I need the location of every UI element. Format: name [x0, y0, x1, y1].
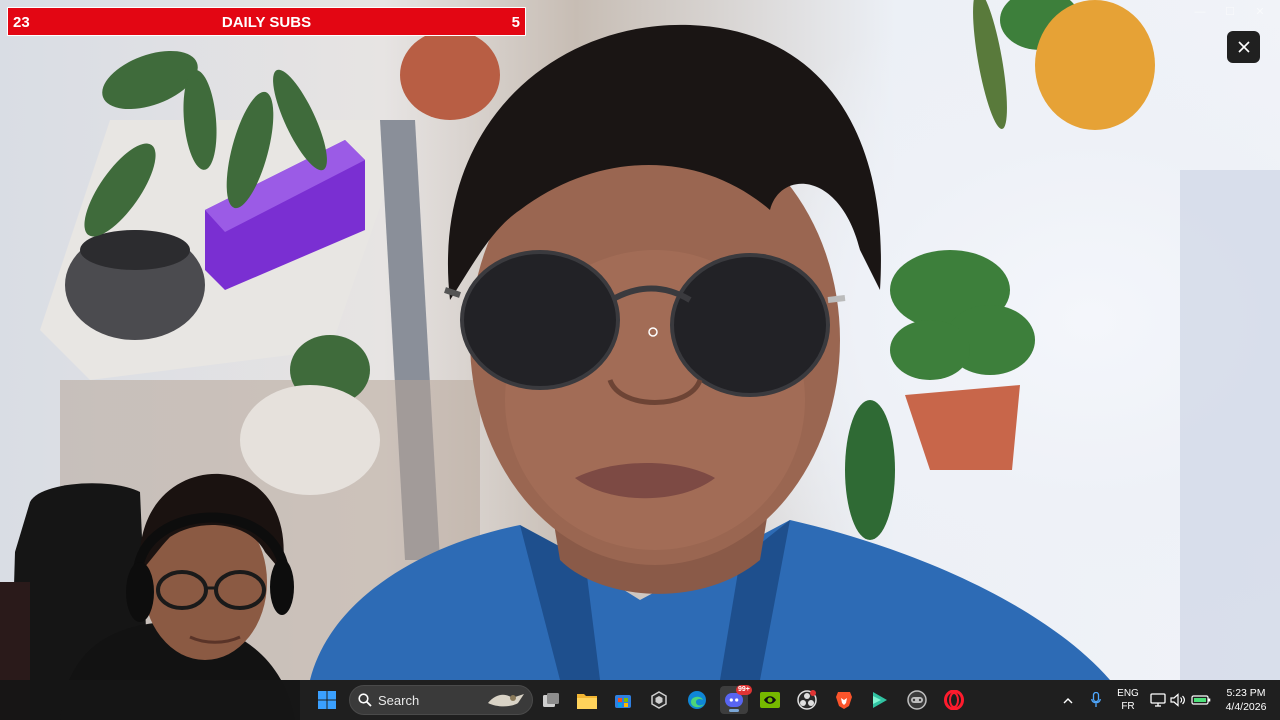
- chevron-up-icon: [1063, 697, 1073, 703]
- language-primary: ENG: [1117, 688, 1139, 699]
- language-indicator[interactable]: ENG FR: [1116, 687, 1140, 713]
- tray-chevron-button[interactable]: [1056, 686, 1080, 714]
- battery-button[interactable]: [1188, 686, 1214, 714]
- streamlabs-button[interactable]: [866, 686, 894, 714]
- battery-icon: [1191, 695, 1211, 705]
- daily-subs-left-count: 23: [13, 14, 30, 31]
- store-button[interactable]: [609, 686, 637, 714]
- speaker-icon: [1170, 693, 1185, 707]
- discord-badge: 99+: [736, 685, 752, 695]
- window-close-icon[interactable]: ✕: [1254, 6, 1266, 18]
- active-indicator: [729, 709, 739, 712]
- taskbar-shadow: [0, 680, 300, 720]
- nvidia-icon: [760, 692, 780, 708]
- folder-icon: [577, 693, 597, 709]
- obs-icon: [797, 690, 817, 710]
- controller-icon: [907, 690, 927, 710]
- controller-button[interactable]: [903, 686, 931, 714]
- close-button[interactable]: [1227, 31, 1260, 63]
- streamlabs-icon: [873, 692, 887, 708]
- clock[interactable]: 5:23 PM 4/4/2026: [1218, 686, 1274, 714]
- hexagon-app-button[interactable]: [645, 686, 673, 714]
- edge-icon: [688, 691, 706, 709]
- daily-subs-bar: DAILY SUBS 23 5: [7, 7, 526, 36]
- file-explorer-button[interactable]: [573, 686, 601, 714]
- start-button[interactable]: [313, 686, 341, 714]
- minimize-icon[interactable]: —: [1194, 6, 1206, 18]
- search-placeholder: Search: [378, 693, 420, 708]
- close-icon: [1237, 41, 1250, 53]
- brave-icon: [836, 692, 852, 709]
- taskbar-search[interactable]: Search: [349, 685, 533, 715]
- daily-subs-right-count: 5: [511, 14, 520, 31]
- search-icon: [358, 693, 372, 707]
- search-highlight-icon: [488, 694, 524, 707]
- windows-start-icon: [318, 691, 336, 709]
- nvidia-button[interactable]: [756, 686, 784, 714]
- task-view-icon: [543, 693, 559, 707]
- daily-subs-title: DAILY SUBS: [221, 14, 312, 31]
- opera-button[interactable]: [940, 686, 968, 714]
- language-secondary: FR: [1121, 701, 1135, 712]
- network-icon: [1150, 693, 1166, 707]
- obs-button[interactable]: [793, 686, 821, 714]
- window-controls: — ☐ ✕: [1194, 6, 1266, 18]
- opera-icon: [944, 690, 964, 710]
- maximize-icon[interactable]: ☐: [1224, 6, 1236, 18]
- store-icon: [615, 695, 631, 708]
- brave-button[interactable]: [830, 686, 858, 714]
- edge-button[interactable]: [683, 686, 711, 714]
- hexagon-app-icon: [651, 691, 667, 709]
- taskbar: Search 99+ ENG FR 5:23 PM 4/4/2026: [0, 680, 1280, 720]
- task-view-button[interactable]: [537, 686, 565, 714]
- speaker-button[interactable]: [1166, 686, 1190, 714]
- microphone-button[interactable]: [1084, 686, 1108, 714]
- clock-time: 5:23 PM: [1226, 687, 1266, 699]
- discord-button[interactable]: 99+: [720, 685, 752, 714]
- clock-date: 4/4/2026: [1225, 701, 1267, 713]
- microphone-icon: [1091, 692, 1101, 707]
